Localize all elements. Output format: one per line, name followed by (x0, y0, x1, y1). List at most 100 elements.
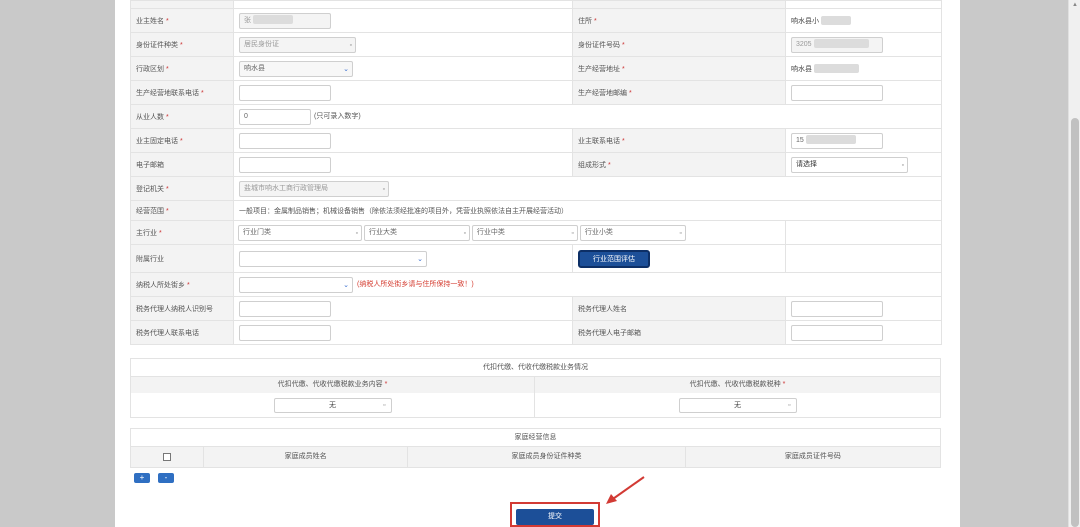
select-caret-icon: ▫ (355, 229, 358, 237)
clipped-value-cell (785, 0, 942, 9)
agent-taxid-label: 税务代理人纳税人识别号 (130, 296, 234, 321)
family-col-name: 家庭成员姓名 (204, 447, 409, 467)
chevron-down-icon: ⌄ (343, 65, 349, 73)
id-type-label: 身份证件种类 * (130, 32, 234, 57)
business-address-label: 生产经营地址 * (572, 56, 786, 81)
owner-mobile-input[interactable]: 15 (791, 132, 883, 149)
form-row-registry: 登记机关 * 盐城市响水工商行政管理局 ▫ (130, 176, 942, 201)
business-scope-label: 经营范围 * (130, 200, 234, 221)
select-caret-icon: ▫ (901, 161, 904, 169)
region-label: 行政区划 * (130, 56, 234, 81)
select-caret-icon: ▫ (463, 229, 466, 237)
withholding-content-select[interactable]: 无 ▫ (273, 397, 392, 413)
residence-value: 响水县小 (785, 8, 942, 33)
agent-email-input[interactable] (791, 324, 883, 341)
select-caret-icon: ▫ (788, 401, 791, 409)
select-caret-icon: ▫ (383, 401, 386, 409)
industry-medium-select[interactable]: 行业中类 ▫ (471, 224, 578, 241)
owner-mobile-label: 业主联系电话 * (572, 128, 786, 153)
agent-email-label: 税务代理人电子邮箱 (572, 320, 786, 345)
region-select[interactable]: 响水县 ⌄ (239, 60, 353, 77)
form-row-business-scope: 经营范围 * 一般项目：金属制品销售；机械设备销售（除依法须经批准的项目外，凭营业… (130, 200, 942, 221)
clipped-value-cell (233, 0, 573, 9)
select-caret-icon: ▫ (382, 185, 385, 193)
select-caret-icon: ▫ (349, 41, 352, 49)
industry-major-select[interactable]: 行业大类 ▫ (363, 224, 470, 241)
employees-hint: (只可录入数字) (314, 113, 361, 121)
submit-button[interactable]: 提交 (516, 509, 594, 525)
owner-landline-label: 业主固定电话 * (130, 128, 234, 153)
composition-form-select[interactable]: 请选择 ▫ (791, 156, 908, 173)
chevron-down-icon: ⌄ (343, 281, 349, 289)
industry-minor-select[interactable]: 行业小类 ▫ (579, 224, 686, 241)
email-input[interactable] (239, 156, 331, 173)
select-caret-icon: ▫ (571, 229, 574, 237)
composition-form-label: 组成形式 * (572, 152, 786, 177)
form-row-main-industry: 主行业 * 行业门类 ▫ 行业大类 ▫ 行业中类 ▫ 行业小类 ▫ (130, 220, 942, 245)
withholding-col1-header: 代扣代缴、代收代缴税款业务内容 (277, 381, 383, 388)
select-caret-icon: ▫ (679, 229, 682, 237)
business-phone-input[interactable] (239, 84, 331, 101)
family-section: 家庭经营信息 家庭成员姓名 家庭成员身份证件种类 家庭成员证件号码 (130, 428, 941, 468)
withholding-row: 无 ▫ 无 ▫ (131, 393, 940, 417)
main-industry-label: 主行业 * (130, 220, 234, 245)
agent-name-label: 税务代理人姓名 (572, 296, 786, 321)
sub-industry-label: 附属行业 (130, 244, 234, 273)
taxpayer-town-warning: (纳税人所处街乡请与住所保持一致！) (357, 281, 474, 289)
sub-industry-select[interactable]: ⌄ (239, 250, 427, 267)
email-label: 电子邮箱 (130, 152, 234, 177)
business-postcode-label: 生产经营地邮编 * (572, 80, 786, 105)
chevron-down-icon: ⌄ (417, 255, 423, 263)
form-row-owner-name: 业主姓名 * 张 住所 * 响水县小 (130, 8, 942, 33)
submit-highlight-box: 提交 (510, 502, 600, 527)
registry-select[interactable]: 盐城市响水工商行政管理局 ▫ (239, 180, 389, 197)
form-row-owner-phone: 业主固定电话 * 业主联系电话 * 15 (130, 128, 942, 153)
business-phone-label: 生产经营地联系电话 * (130, 80, 234, 105)
registry-label: 登记机关 * (130, 176, 234, 201)
agent-phone-input[interactable] (239, 324, 331, 341)
withholding-col2-header: 代扣代缴、代收代缴税款税种 (689, 381, 781, 388)
industry-scope-assess-button[interactable]: 行业范围评估 (578, 249, 650, 268)
withholding-section: 代扣代缴、代收代缴税款业务情况 代扣代缴、代收代缴税款业务内容 * 代扣代缴、代收… (130, 358, 941, 418)
withholding-taxtype-select[interactable]: 无 ▫ (678, 397, 797, 413)
scrollbar-thumb[interactable] (1071, 118, 1079, 527)
owner-name-label: 业主姓名 * (130, 8, 234, 33)
agent-name-input[interactable] (791, 300, 883, 317)
withholding-title: 代扣代缴、代收代缴税款业务情况 (131, 359, 940, 377)
owner-name-input[interactable]: 张 (239, 12, 331, 29)
form-row-employees: 从业人数 * 0 (只可录入数字) (130, 104, 942, 129)
form-row-taxpayer-town: 纳税人所处街乡 * ⌄ (纳税人所处街乡请与住所保持一致！) (130, 272, 942, 297)
select-all-checkbox[interactable] (162, 453, 171, 461)
id-type-select[interactable]: 居民身份证 ▫ (239, 36, 356, 53)
form-row-agent-id: 税务代理人纳税人识别号 税务代理人姓名 (130, 296, 942, 321)
form-row-agent-contact: 税务代理人联系电话 税务代理人电子邮箱 (130, 320, 942, 345)
business-scope-value: 一般项目：金属制品销售；机械设备销售（除依法须经批准的项目外，凭营业执照依法自主… (233, 200, 942, 221)
red-arrow-annotation (606, 476, 645, 504)
scroll-up-icon[interactable]: ▲ (1069, 0, 1080, 10)
withholding-header: 代扣代缴、代收代缴税款业务内容 * 代扣代缴、代收代缴税款税种 * (131, 377, 940, 393)
owner-landline-input[interactable] (239, 132, 331, 149)
remove-row-button[interactable]: - (158, 473, 174, 483)
form-row-business-phone: 生产经营地联系电话 * 生产经营地邮编 * (130, 80, 942, 105)
form-row-sub-industry: 附属行业 ⌄ 行业范围评估 (130, 244, 942, 273)
family-col-idnumber: 家庭成员证件号码 (784, 453, 841, 460)
business-postcode-input[interactable] (791, 84, 883, 101)
family-col-idtype: 家庭成员身份证件种类 (408, 447, 686, 467)
agent-phone-label: 税务代理人联系电话 (130, 320, 234, 345)
id-number-input[interactable]: 3205 (791, 36, 883, 53)
industry-category-select[interactable]: 行业门类 ▫ (238, 224, 362, 241)
business-address-value: 响水县 (785, 56, 942, 81)
id-number-label: 身份证件号码 * (572, 32, 786, 57)
vertical-scrollbar[interactable]: ▲ (1068, 0, 1080, 527)
clipped-label-cell (130, 0, 234, 9)
add-row-button[interactable]: + (134, 473, 150, 483)
residence-label: 住所 * (572, 8, 786, 33)
clipped-label-cell (572, 0, 786, 9)
family-title: 家庭经营信息 (131, 429, 940, 447)
registration-form: 业主姓名 * 张 住所 * 响水县小 身份证件种类 * 居民身份证 ▫ 身份证件号码 * … (130, 0, 942, 345)
taxpayer-town-select[interactable]: ⌄ (239, 276, 353, 293)
family-header: 家庭成员姓名 家庭成员身份证件种类 家庭成员证件号码 (131, 447, 940, 467)
agent-taxid-input[interactable] (239, 300, 331, 317)
employees-label: 从业人数 * (130, 104, 234, 129)
employees-input[interactable]: 0 (239, 108, 311, 125)
